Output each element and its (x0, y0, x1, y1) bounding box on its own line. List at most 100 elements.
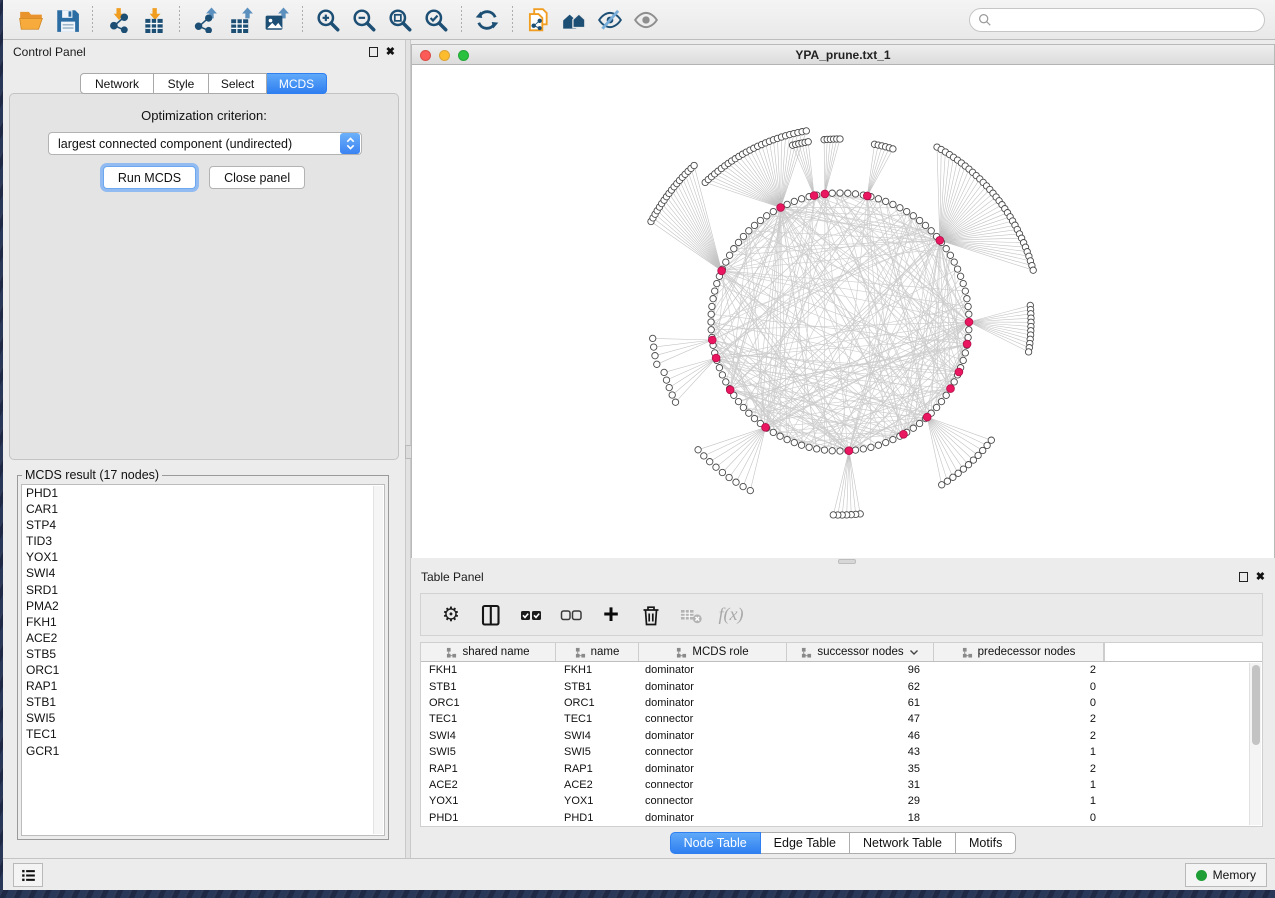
cell: SWI4 (556, 730, 639, 742)
network-window-titlebar[interactable]: YPA_prune.txt_1 (412, 45, 1274, 65)
close-panel-icon[interactable]: ✖ (1256, 572, 1265, 583)
result-node[interactable]: FKH1 (22, 614, 384, 630)
result-node[interactable]: GCR1 (22, 743, 384, 759)
gear-icon[interactable]: ⚙ (433, 598, 469, 632)
table-row[interactable]: TEC1TEC1connector472 (421, 711, 1262, 727)
split-panel-icon[interactable] (473, 598, 509, 632)
search-field[interactable] (969, 8, 1265, 32)
zoom-selected-icon[interactable] (419, 5, 453, 35)
result-node[interactable]: STB5 (22, 646, 384, 662)
zoom-in-icon[interactable] (311, 5, 345, 35)
table-row[interactable]: FKH1FKH1dominator962 (421, 662, 1262, 678)
tab-edge-table[interactable]: Edge Table (761, 832, 850, 854)
export-table-icon[interactable] (224, 5, 258, 35)
float-panel-icon[interactable] (1239, 572, 1248, 582)
float-panel-icon[interactable] (369, 47, 378, 57)
result-node[interactable]: SRD1 (22, 582, 384, 598)
hide-selected-icon[interactable] (593, 5, 627, 35)
cell: SWI5 (421, 746, 556, 758)
result-node[interactable]: STB1 (22, 694, 384, 710)
column-header-successor-nodes[interactable]: successor nodes (787, 643, 934, 661)
close-panel-icon[interactable]: ✖ (386, 47, 395, 58)
result-node[interactable]: ORC1 (22, 662, 384, 678)
table-row[interactable]: YOX1YOX1connector291 (421, 793, 1262, 809)
column-header-filler (1104, 643, 1262, 661)
tab-motifs[interactable]: Motifs (956, 832, 1016, 854)
criterion-select[interactable]: largest connected component (undirected) (48, 132, 362, 155)
tab-network-table[interactable]: Network Table (850, 832, 956, 854)
cell: dominator (639, 763, 787, 775)
minimize-window-icon[interactable] (439, 50, 450, 61)
table-row[interactable]: RAP1RAP1dominator352 (421, 760, 1262, 776)
result-node[interactable]: ACE2 (22, 630, 384, 646)
run-mcds-button[interactable]: Run MCDS (103, 166, 196, 189)
control-panel: Control Panel ✖ NetworkStyleSelectMCDS O… (3, 40, 405, 858)
close-panel-button[interactable]: Close panel (209, 166, 305, 189)
cell: 1 (934, 795, 1104, 807)
refresh-icon[interactable] (470, 5, 504, 35)
cell: dominator (639, 664, 787, 676)
network-canvas[interactable] (412, 65, 1274, 558)
result-node[interactable]: TID3 (22, 533, 384, 549)
search-input[interactable] (997, 13, 1256, 27)
table-row[interactable]: ORC1ORC1dominator610 (421, 695, 1262, 711)
result-node[interactable]: RAP1 (22, 678, 384, 694)
table-row[interactable]: PHD1PHD1dominator180 (421, 810, 1262, 826)
horizontal-splitter[interactable] (411, 558, 1275, 565)
close-window-icon[interactable] (420, 50, 431, 61)
result-node[interactable]: STP4 (22, 517, 384, 533)
result-node[interactable]: PMA2 (22, 598, 384, 614)
table-row[interactable]: ACE2ACE2connector311 (421, 777, 1262, 793)
ring-nodes[interactable] (708, 190, 972, 454)
cell: ACE2 (556, 779, 639, 791)
cell: 96 (787, 664, 934, 676)
show-all-icon[interactable] (629, 5, 663, 35)
column-header-shared-name[interactable]: shared name (421, 643, 556, 661)
column-header-name[interactable]: name (556, 643, 639, 661)
delete-icon[interactable] (633, 598, 669, 632)
tab-mcds[interactable]: MCDS (267, 73, 327, 94)
save-session-icon[interactable] (50, 5, 84, 35)
result-list-scrollbar[interactable] (373, 486, 383, 834)
table-row[interactable]: SWI4SWI4dominator462 (421, 728, 1262, 744)
result-node[interactable]: PHD1 (22, 485, 384, 501)
splitter-grip[interactable] (838, 559, 856, 564)
column-header-predecessor-nodes[interactable]: predecessor nodes (934, 643, 1104, 661)
tab-style[interactable]: Style (154, 73, 209, 94)
import-network-icon[interactable] (101, 5, 135, 35)
tab-network[interactable]: Network (80, 73, 154, 94)
export-image-icon[interactable] (260, 5, 294, 35)
node-table: shared namenameMCDS rolesuccessor nodesp… (420, 642, 1263, 827)
mcds-result-list[interactable]: PHD1CAR1STP4TID3YOX1SWI4SRD1PMA2FKH1ACE2… (21, 484, 385, 836)
zoom-fit-icon[interactable] (383, 5, 417, 35)
cell: FKH1 (556, 664, 639, 676)
table-row[interactable]: SWI5SWI5connector431 (421, 744, 1262, 760)
select-all-icon[interactable] (513, 598, 549, 632)
clone-network-icon[interactable] (521, 5, 555, 35)
result-node[interactable]: CAR1 (22, 501, 384, 517)
tab-node-table[interactable]: Node Table (670, 832, 761, 854)
scrollbar-thumb[interactable] (1252, 665, 1260, 745)
result-node[interactable]: SWI4 (22, 565, 384, 581)
export-network-icon[interactable] (188, 5, 222, 35)
result-node[interactable]: YOX1 (22, 549, 384, 565)
cell: dominator (639, 730, 787, 742)
first-neighbors-icon[interactable] (557, 5, 591, 35)
toolbar-separator (512, 6, 513, 34)
network-graph[interactable] (412, 65, 1274, 558)
result-node[interactable]: TEC1 (22, 726, 384, 742)
tab-select[interactable]: Select (209, 73, 267, 94)
import-table-icon[interactable] (137, 5, 171, 35)
result-node[interactable]: SWI5 (22, 710, 384, 726)
table-scrollbar[interactable] (1249, 663, 1261, 825)
table-row[interactable]: STB1STB1dominator620 (421, 678, 1262, 694)
cell: 2 (934, 763, 1104, 775)
deselect-all-icon[interactable] (553, 598, 589, 632)
maximize-window-icon[interactable] (458, 50, 469, 61)
zoom-out-icon[interactable] (347, 5, 381, 35)
add-icon[interactable]: + (593, 598, 629, 632)
task-history-button[interactable] (13, 863, 43, 887)
memory-button[interactable]: Memory (1185, 863, 1267, 887)
column-header-MCDS-role[interactable]: MCDS role (639, 643, 787, 661)
open-session-icon[interactable] (14, 5, 48, 35)
